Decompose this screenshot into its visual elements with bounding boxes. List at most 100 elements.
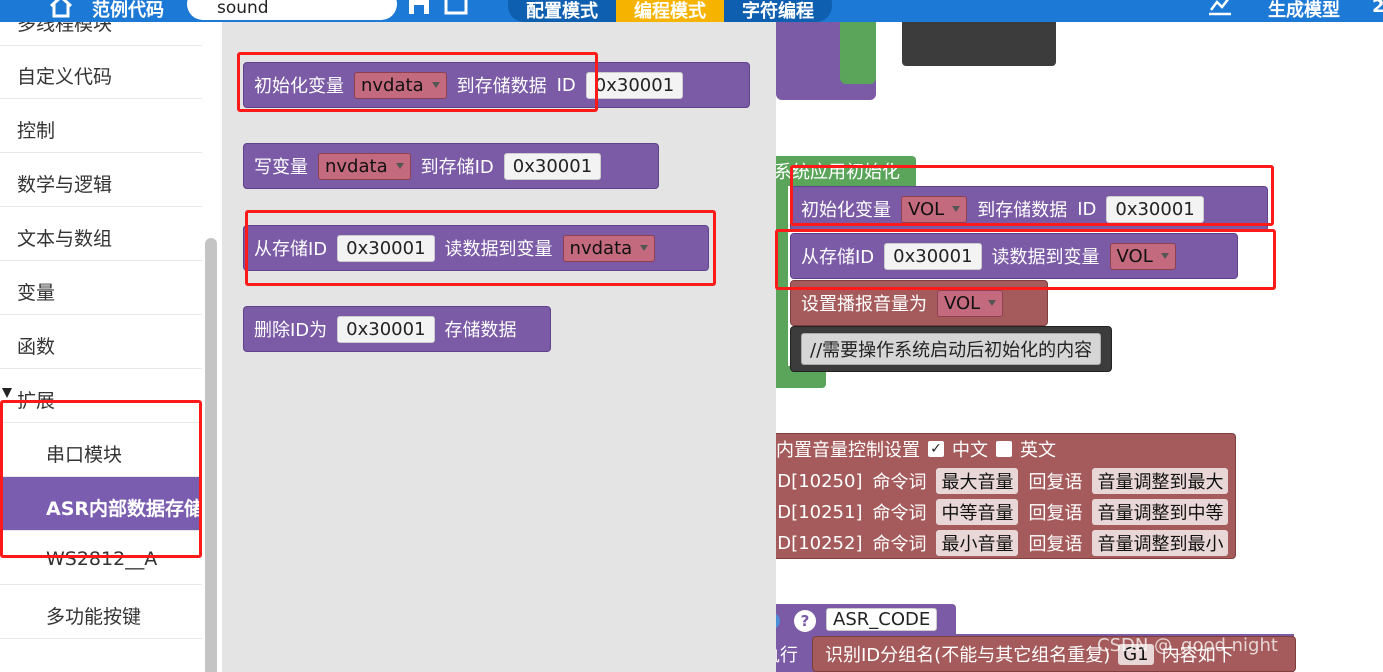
block-label: 设置播报音量为	[801, 294, 927, 315]
block-delete-storage[interactable]: 删除ID为 0x30001 存储数据	[243, 306, 551, 352]
toolbar-overflow-text: 2	[1372, 0, 1383, 17]
comment-field[interactable]: //需要操作系统启动后初始化的内容	[801, 333, 1102, 365]
search-input[interactable]: sound	[187, 0, 397, 20]
command-field[interactable]: 最小音量	[936, 530, 1019, 556]
variable-dropdown[interactable]: nvdata	[318, 152, 411, 180]
help-icon[interactable]: ?	[794, 610, 816, 632]
ws-block-set-volume[interactable]: 设置播报音量为 VOL	[790, 280, 1048, 326]
tab-text-programming[interactable]: 字符编程	[724, 0, 832, 22]
variable-dropdown[interactable]: nvdata	[354, 71, 447, 99]
id-field[interactable]: 0x30001	[337, 234, 435, 262]
category-functions[interactable]: 函数	[0, 315, 202, 369]
top-toolbar: 范例代码 sound 配置模式 编程模式 字符编程 生成模型 2	[0, 0, 1383, 22]
id-field[interactable]: 0x30001	[337, 315, 435, 343]
category-asr-storage[interactable]: ASR内部数据存储	[0, 477, 203, 531]
watermark: CSDN @_good night	[1097, 635, 1278, 656]
block-label: 内置音量控制设置	[776, 440, 920, 461]
partial-block-dark[interactable]	[902, 22, 1056, 66]
id-field[interactable]: 0x30001	[585, 71, 684, 99]
variable-dropdown[interactable]: VOL	[937, 289, 1004, 317]
block-label: 到存储ID	[420, 157, 494, 178]
row-id: ID[10251]	[776, 501, 863, 523]
reply-field[interactable]: 音量调整到最大	[1092, 468, 1229, 494]
dropdown-value: nvdata	[569, 237, 633, 259]
exec-label: 执行	[776, 645, 798, 666]
tab-programming-mode[interactable]: 编程模式	[616, 0, 724, 22]
block-label: 读数据到变量	[444, 239, 553, 260]
asr-code-field[interactable]: ASR_CODE	[826, 608, 938, 631]
save-icon[interactable]	[406, 0, 432, 16]
volume-row: ID[10250] 命令词 最大音量 回复语 音量调整到最大	[776, 468, 1229, 494]
block-label: 读数据到变量	[991, 247, 1100, 268]
dropdown-caret-icon	[431, 82, 440, 88]
block-label: 回复语	[1028, 534, 1083, 555]
block-read-storage[interactable]: 从存储ID 0x30001 读数据到变量 nvdata	[243, 225, 709, 271]
block-label: 英文	[1020, 440, 1056, 461]
reply-field[interactable]: 音量调整到最小	[1092, 530, 1229, 556]
block-label: 命令词	[872, 472, 927, 493]
volume-row: ID[10252] 命令词 最小音量 回复语 音量调整到最小	[776, 530, 1229, 556]
ws-block-comment[interactable]: //需要操作系统启动后初始化的内容	[790, 326, 1112, 372]
block-write-variable[interactable]: 写变量 nvdata 到存储ID 0x30001	[243, 143, 659, 189]
dropdown-caret-icon	[988, 300, 997, 306]
sidebar-scrollbar[interactable]	[205, 238, 217, 672]
block-label: 回复语	[1028, 503, 1083, 524]
command-field[interactable]: 最大音量	[936, 468, 1019, 494]
category-multithread[interactable]: 多线程模块	[0, 22, 202, 46]
command-field[interactable]: 中等音量	[936, 499, 1019, 525]
id-field[interactable]: 0x30001	[503, 152, 602, 180]
dropdown-caret-icon	[640, 245, 649, 251]
home-code-icon[interactable]	[48, 0, 74, 18]
category-extensions[interactable]: 扩展	[0, 369, 202, 423]
examples-title[interactable]: 范例代码	[92, 0, 164, 22]
code-workspace[interactable]: 系统应用初始化 初始化变量 VOL 到存储数据 ID 0x30001 从存储ID…	[776, 22, 1383, 672]
category-text-array[interactable]: 文本与数组	[0, 207, 202, 261]
variable-dropdown[interactable]: nvdata	[562, 234, 656, 262]
category-extensions-label: 扩展	[17, 390, 56, 412]
dropdown-value: VOL	[1116, 245, 1153, 267]
dropdown-caret-icon	[952, 206, 961, 212]
block-label: 到存储数据	[977, 200, 1068, 221]
mode-switcher: 配置模式 编程模式 字符编程	[508, 0, 832, 22]
block-label: 回复语	[1028, 472, 1083, 493]
id-field[interactable]: 0x30001	[884, 242, 982, 270]
dropdown-caret-icon	[395, 163, 404, 169]
block-label: ID	[556, 74, 576, 96]
block-label: 命令词	[872, 534, 927, 555]
block-label: ID	[1077, 198, 1097, 220]
checkbox-english[interactable]	[996, 441, 1012, 457]
category-serial-module[interactable]: 串口模块	[0, 423, 202, 477]
row-id: ID[10250]	[776, 470, 863, 492]
block-label: 识别ID分组名(不能与其它组名重复)	[825, 645, 1111, 666]
category-variables[interactable]: 变量	[0, 261, 202, 315]
sys-init-spine	[776, 186, 788, 386]
ws-block-read-storage[interactable]: 从存储ID 0x30001 读数据到变量 VOL	[790, 233, 1238, 279]
block-init-variable[interactable]: 初始化变量 nvdata 到存储数据 ID 0x30001	[243, 62, 750, 108]
category-sidebar: 多线程模块 自定义代码 控制 数学与逻辑 文本与数组 变量 函数 扩展 串口模块…	[0, 22, 222, 672]
dropdown-value: VOL	[944, 292, 981, 314]
category-ws2812[interactable]: WS2812__A	[0, 531, 202, 585]
variable-dropdown[interactable]: VOL	[1109, 242, 1176, 270]
partial-block-green[interactable]	[840, 22, 876, 84]
reply-field[interactable]: 音量调整到中等	[1092, 499, 1229, 525]
ws-block-init-variable[interactable]: 初始化变量 VOL 到存储数据 ID 0x30001	[790, 186, 1268, 232]
variable-dropdown[interactable]: VOL	[901, 195, 968, 223]
block-label: 从存储ID	[801, 247, 875, 268]
block-label: 命令词	[872, 503, 927, 524]
tab-config-mode[interactable]: 配置模式	[508, 0, 616, 22]
checkbox-chinese[interactable]: ✓	[928, 441, 944, 457]
category-control[interactable]: 控制	[0, 99, 202, 153]
block-label: 到存储数据	[456, 76, 547, 97]
chart-icon[interactable]	[1207, 0, 1233, 16]
generate-model-button[interactable]: 生成模型	[1268, 0, 1340, 22]
category-math-logic[interactable]: 数学与逻辑	[0, 153, 202, 207]
block-label: 存储数据	[444, 320, 517, 341]
block-label: 初始化变量	[801, 200, 891, 221]
id-field[interactable]: 0x30001	[1106, 195, 1204, 223]
dropdown-caret-icon	[1160, 253, 1169, 259]
category-custom-code[interactable]: 自定义代码	[0, 45, 202, 99]
category-multi-button[interactable]: 多功能按键	[0, 585, 202, 639]
row-id: ID[10252]	[776, 532, 863, 554]
image-icon[interactable]	[443, 0, 469, 16]
gear-icon[interactable]	[776, 611, 782, 631]
